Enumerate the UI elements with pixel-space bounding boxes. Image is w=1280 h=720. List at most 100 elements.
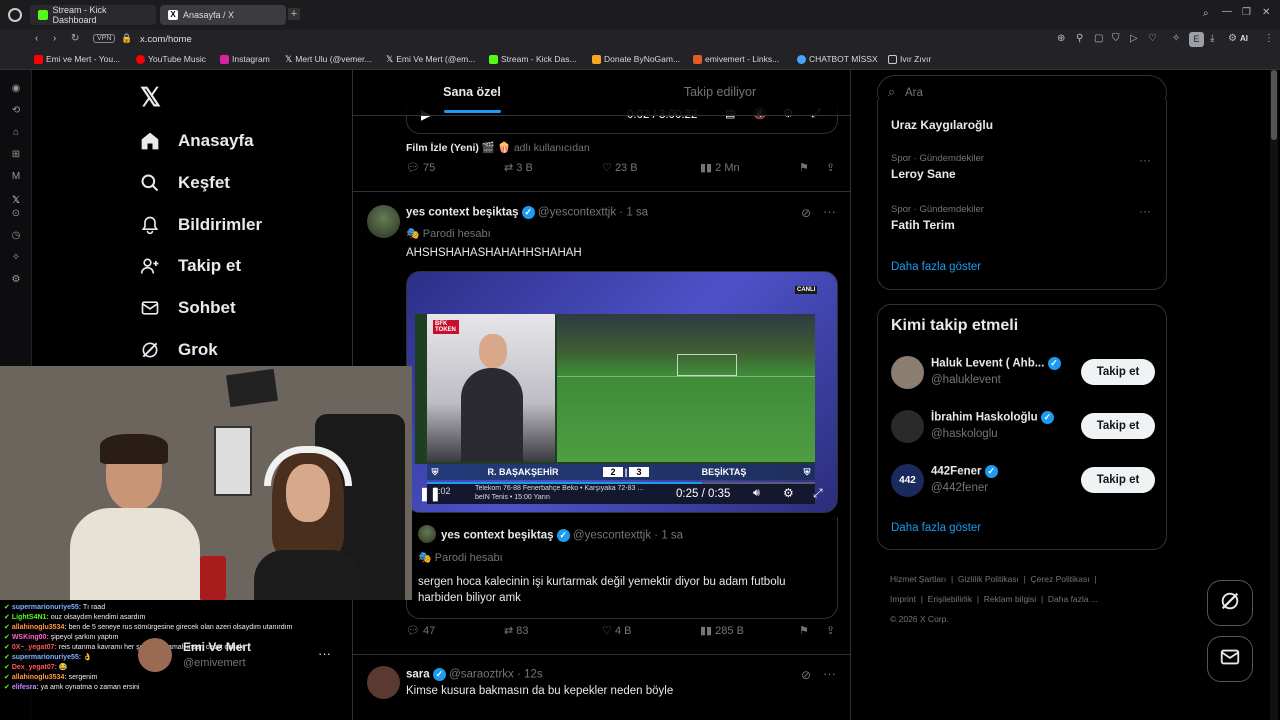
volume-icon[interactable]: 🔊︎ [753, 487, 760, 500]
bookmark-item[interactable]: emivemert - Links... [693, 52, 779, 66]
messenger-icon[interactable]: M [9, 170, 23, 184]
vpn-badge[interactable]: VPN [93, 34, 116, 43]
profile-avatar[interactable]: E [1189, 32, 1204, 47]
post-avatar[interactable] [367, 205, 400, 238]
reply-button[interactable]: 💬︎ 47 [406, 624, 435, 637]
tab-x-home[interactable]: X Anasayfa / X [160, 5, 286, 25]
like-button[interactable]: ♡ 23 B [602, 161, 638, 174]
footer-link[interactable]: Daha fazla ... [1048, 594, 1098, 604]
grok-icon[interactable]: ⊘ [801, 206, 811, 220]
footer-link[interactable]: Çerez Politikası [1031, 574, 1090, 584]
easy-setup-icon[interactable]: ⚙ [1228, 33, 1237, 44]
post-handle[interactable]: @yescontexttjk [538, 207, 616, 219]
x-logo-icon[interactable]: 𝕏 [140, 82, 161, 113]
bookmark-folder[interactable]: Ivır Zıvır [888, 52, 931, 66]
nav-explore[interactable]: Keşfet [138, 168, 230, 198]
suggestion-item[interactable]: 442 442Fener ✓ @442fener Takip et [891, 463, 1156, 499]
fullscreen-icon[interactable]: ⤢ [813, 486, 823, 501]
messages-fab[interactable] [1207, 636, 1253, 682]
forward-icon[interactable]: › [53, 33, 56, 44]
zoom-icon[interactable]: ⊕ [1057, 33, 1065, 44]
tab-for-you[interactable]: Sana özel [353, 70, 591, 116]
more-icon[interactable]: ··· [823, 204, 836, 219]
footer-link[interactable]: Erişilebilirlik [928, 594, 972, 604]
back-icon[interactable]: ‹ [35, 33, 38, 44]
trend-item[interactable]: Spor · Gündemdekiler Leroy Sane ··· [891, 153, 1161, 181]
post-avatar[interactable] [367, 666, 400, 699]
minimize-icon[interactable]: — [1222, 6, 1232, 17]
more-icon[interactable]: ··· [1139, 153, 1151, 167]
tab-following[interactable]: Takip ediliyor [601, 70, 839, 116]
post-video[interactable]: BFK TOKEN CANLI ⛨ R. BAŞAKŞEHİR 2 | 3 BE… [406, 271, 838, 513]
more-icon[interactable]: ··· [1139, 204, 1151, 218]
aria-icon[interactable]: ◉ [9, 82, 23, 96]
suggestion-item[interactable]: İbrahim Haskoloğlu ✓ @haskologlu Takip e… [891, 409, 1156, 445]
footer-link[interactable]: Hizmet Şartları [890, 574, 946, 584]
x-icon[interactable]: 𝕏 [9, 194, 23, 208]
post-author-name[interactable]: yes context beşiktaş [406, 207, 519, 219]
download-icon[interactable]: ⤓ [1210, 33, 1214, 44]
page-scrollbar[interactable] [1270, 70, 1278, 720]
search-tabs-icon[interactable]: ⌕ [1203, 8, 1209, 19]
reply-button[interactable]: 💬︎ 75 [406, 161, 435, 174]
more-icon[interactable]: ··· [318, 646, 331, 661]
quoted-post[interactable]: yes context beşiktaş ✓ @yescontexttjk · … [406, 517, 838, 619]
more-icon[interactable]: ··· [823, 666, 836, 681]
like-button[interactable]: ♡ 4 B [602, 624, 631, 637]
tab-kick-dashboard[interactable]: Stream - Kick Dashboard [30, 5, 156, 25]
url-text[interactable]: x.com/home [140, 34, 192, 45]
clock-icon[interactable]: ◷ [9, 229, 23, 243]
settings-icon[interactable]: ⚙ [9, 273, 23, 287]
show-more-link[interactable]: Daha fazla göster [891, 261, 981, 273]
bookmarks-icon[interactable]: ⊞ [9, 148, 23, 162]
footer-link[interactable]: Imprint [890, 594, 916, 604]
extensions-icon[interactable]: ✧ [9, 251, 23, 265]
history-icon[interactable]: ⟲ [9, 104, 23, 118]
bookmark-item[interactable]: Emi ve Mert - You... [34, 52, 120, 66]
bookmark-item[interactable]: Instagram [220, 52, 270, 66]
nav-home[interactable]: Anasayfa [138, 126, 254, 156]
menu-icon[interactable]: ⋮ [1264, 33, 1274, 44]
bookmark-item[interactable]: 𝕏 Emi Ve Mert (@em... [386, 52, 475, 66]
views-button[interactable]: ▮▮ 285 B [700, 624, 744, 637]
player-icon[interactable]: ⊙ [9, 207, 23, 221]
grok-fab[interactable] [1207, 580, 1253, 626]
nav-grok[interactable]: Grok [138, 335, 218, 365]
share-icon[interactable]: ⇪ [826, 161, 835, 174]
repost-button[interactable]: ⇄ 3 B [504, 161, 533, 174]
nav-chat[interactable]: Sohbet [138, 293, 236, 323]
settings-icon[interactable]: ⚙ [783, 486, 794, 500]
new-tab-icon[interactable]: + [288, 8, 300, 20]
pause-icon[interactable]: ❚❚ [419, 486, 441, 502]
close-window-icon[interactable]: ✕ [1262, 7, 1270, 18]
footer-link[interactable]: Gizlilik Politikası [958, 574, 1019, 584]
search-input[interactable]: Ara [905, 87, 923, 99]
play-icon[interactable]: ▷ [1130, 33, 1138, 44]
show-more-link[interactable]: Daha fazla göster [891, 522, 981, 534]
bookmark-item[interactable]: 𝕏 Mert Ulu (@vemer... [285, 52, 371, 66]
suggestion-item[interactable]: Haluk Levent ( Ahb... ✓ @haluklevent Tak… [891, 355, 1156, 391]
nav-follow[interactable]: Takip et [138, 251, 241, 281]
shield-icon[interactable]: ⛉ [1112, 33, 1120, 44]
follow-button[interactable]: Takip et [1081, 467, 1155, 493]
post-source-caption[interactable]: Film İzle (Yeni) 🎬 🍿 adlı kullanıcıdan [406, 141, 590, 154]
footer-link[interactable]: Reklam bilgisi [984, 594, 1036, 604]
repost-button[interactable]: ⇄ 83 [504, 624, 529, 637]
bookmark-icon[interactable]: ⚑ [799, 624, 809, 637]
account-switcher[interactable]: Emi Ve Mert @emivemert ··· [138, 636, 338, 672]
nav-notifications[interactable]: Bildirimler [138, 210, 262, 240]
post-time[interactable]: 1 sa [626, 207, 648, 219]
bookmark-item[interactable]: Stream - Kick Das... [489, 52, 577, 66]
extensions-icon[interactable]: ✧ [1172, 33, 1180, 44]
bookmark-item[interactable]: CHATBOT MİSSX [797, 52, 878, 66]
maximize-icon[interactable]: ❐ [1242, 7, 1251, 18]
reload-icon[interactable]: ↻ [71, 33, 79, 44]
follow-button[interactable]: Takip et [1081, 413, 1155, 439]
bookmark-icon[interactable]: ⚑ [799, 161, 809, 174]
follow-button[interactable]: Takip et [1081, 359, 1155, 385]
grok-icon[interactable]: ⊘ [801, 668, 811, 682]
video-progress[interactable] [427, 482, 815, 484]
views-button[interactable]: ▮▮ 2 Mn [700, 161, 740, 174]
scrollbar-thumb[interactable] [1271, 70, 1277, 140]
share-icon[interactable]: ⇪ [826, 624, 835, 637]
